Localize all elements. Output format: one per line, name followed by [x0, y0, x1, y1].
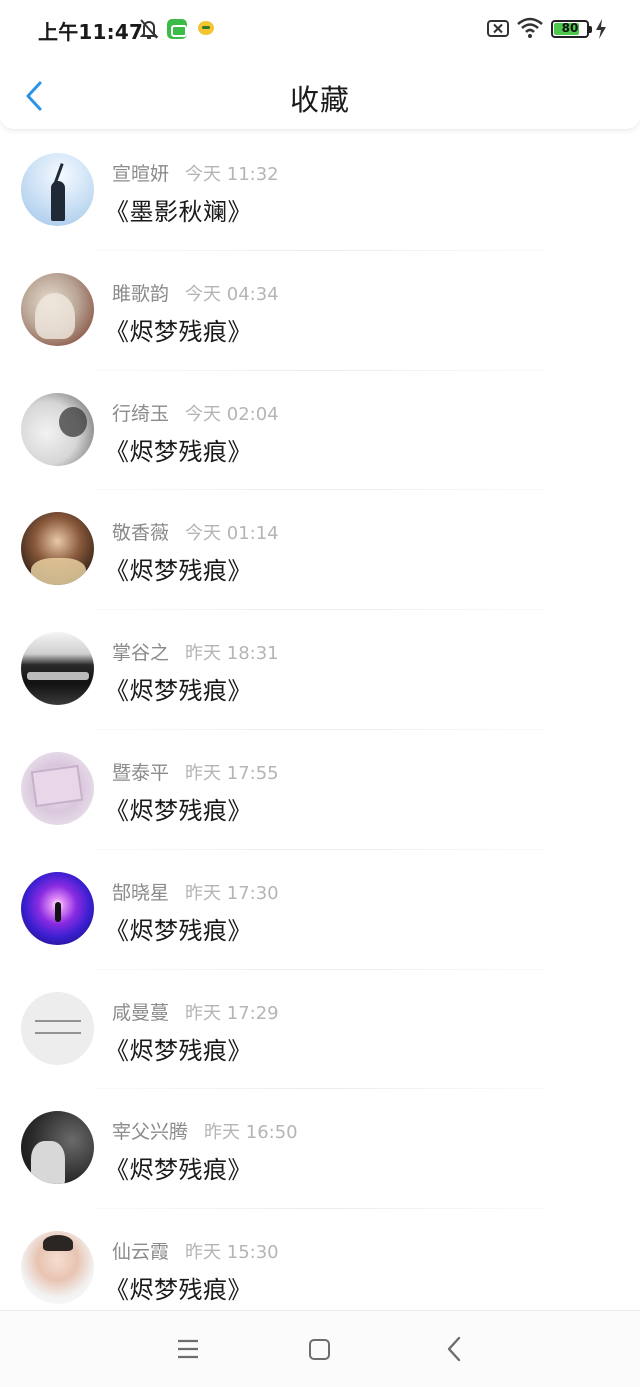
item-author: 暨泰平 [112, 761, 170, 784]
bell-off-icon [139, 19, 159, 39]
favorites-list: 宣暄妍 今天 11:32 《墨影秋斓》 雎歌韵 今天 04:34 《烬梦残痕》 行绮… [0, 131, 640, 1329]
avatar [21, 392, 94, 466]
item-time: 昨天 17:29 [185, 1002, 279, 1024]
wifi-icon [517, 17, 543, 38]
item-author: 郜晓星 [112, 881, 170, 904]
item-time: 昨天 15:30 [185, 1242, 279, 1264]
item-time: 今天 11:32 [185, 164, 279, 185]
back-icon[interactable] [445, 1336, 463, 1362]
battery-icon: 80 [551, 20, 592, 38]
list-item[interactable]: 咸曼蔓 昨天 17:29 《烬梦残痕》 [0, 970, 640, 1090]
list-item[interactable]: 宰父兴腾 昨天 16:50 《烬梦残痕》 [0, 1089, 640, 1210]
item-time: 昨天 16:50 [204, 1122, 298, 1144]
item-time: 昨天 17:30 [185, 882, 279, 904]
app-notification-icon [198, 21, 214, 35]
item-title[interactable]: 《烬梦残痕》 [105, 1031, 252, 1066]
status-time: 上午11:47 [38, 20, 144, 44]
sim-x-icon [487, 20, 509, 37]
list-item[interactable]: 雎歌韵 今天 04:34 《烬梦残痕》 [0, 251, 640, 371]
item-title[interactable]: 《墨影秋斓》 [105, 192, 252, 227]
battery-level: 80 [561, 21, 579, 35]
item-time: 今天 04:34 [185, 283, 279, 305]
charging-icon [596, 19, 606, 39]
item-author: 仙云霞 [112, 1241, 170, 1264]
item-author: 宰父兴腾 [112, 1121, 189, 1144]
avatar [21, 153, 94, 226]
status-bar: 上午11:47 80 [0, 0, 640, 58]
app-notification-icon [167, 19, 187, 39]
item-author: 咸曼蔓 [112, 1001, 170, 1024]
item-title[interactable]: 《烬梦残痕》 [105, 551, 252, 586]
list-item[interactable]: 宣暄妍 今天 11:32 《墨影秋斓》 [0, 131, 640, 251]
avatar [21, 272, 94, 346]
avatar [21, 632, 94, 706]
avatar [21, 751, 94, 825]
avatar [21, 1111, 94, 1185]
system-nav-bar [0, 1310, 640, 1387]
item-title[interactable]: 《烬梦残痕》 [105, 791, 252, 826]
item-title[interactable]: 《烬梦残痕》 [105, 1270, 252, 1305]
list-item[interactable]: 暨泰平 昨天 17:55 《烬梦残痕》 [0, 730, 640, 850]
item-title[interactable]: 《烬梦残痕》 [105, 671, 252, 706]
avatar [21, 871, 94, 945]
item-author: 雎歌韵 [112, 282, 170, 305]
item-time: 今天 01:14 [185, 523, 279, 545]
item-title[interactable]: 《烬梦残痕》 [105, 911, 252, 946]
item-time: 昨天 18:31 [185, 643, 279, 665]
item-title[interactable]: 《烬梦残痕》 [105, 432, 252, 467]
item-title[interactable]: 《烬梦残痕》 [105, 312, 252, 347]
item-author: 宣暄妍 [112, 163, 170, 185]
item-author: 敬香薇 [112, 522, 170, 545]
menu-icon[interactable] [176, 1338, 200, 1360]
avatar [21, 1231, 94, 1305]
avatar [21, 991, 94, 1065]
item-author: 掌谷之 [112, 642, 170, 665]
item-time: 昨天 17:55 [185, 762, 279, 784]
list-item[interactable]: 敬香薇 今天 01:14 《烬梦残痕》 [0, 490, 640, 611]
item-title[interactable]: 《烬梦残痕》 [105, 1150, 252, 1185]
list-item[interactable]: 掌谷之 昨天 18:31 《烬梦残痕》 [0, 610, 640, 730]
item-time: 今天 02:04 [185, 403, 279, 425]
header-bar: 收藏 [0, 58, 640, 130]
page-title: 收藏 [289, 83, 350, 117]
avatar [21, 512, 94, 586]
list-item[interactable]: 行绮玉 今天 02:04 《烬梦残痕》 [0, 371, 640, 491]
home-icon[interactable] [309, 1339, 330, 1360]
item-author: 行绮玉 [112, 402, 170, 425]
list-item[interactable]: 郜晓星 昨天 17:30 《烬梦残痕》 [0, 850, 640, 970]
